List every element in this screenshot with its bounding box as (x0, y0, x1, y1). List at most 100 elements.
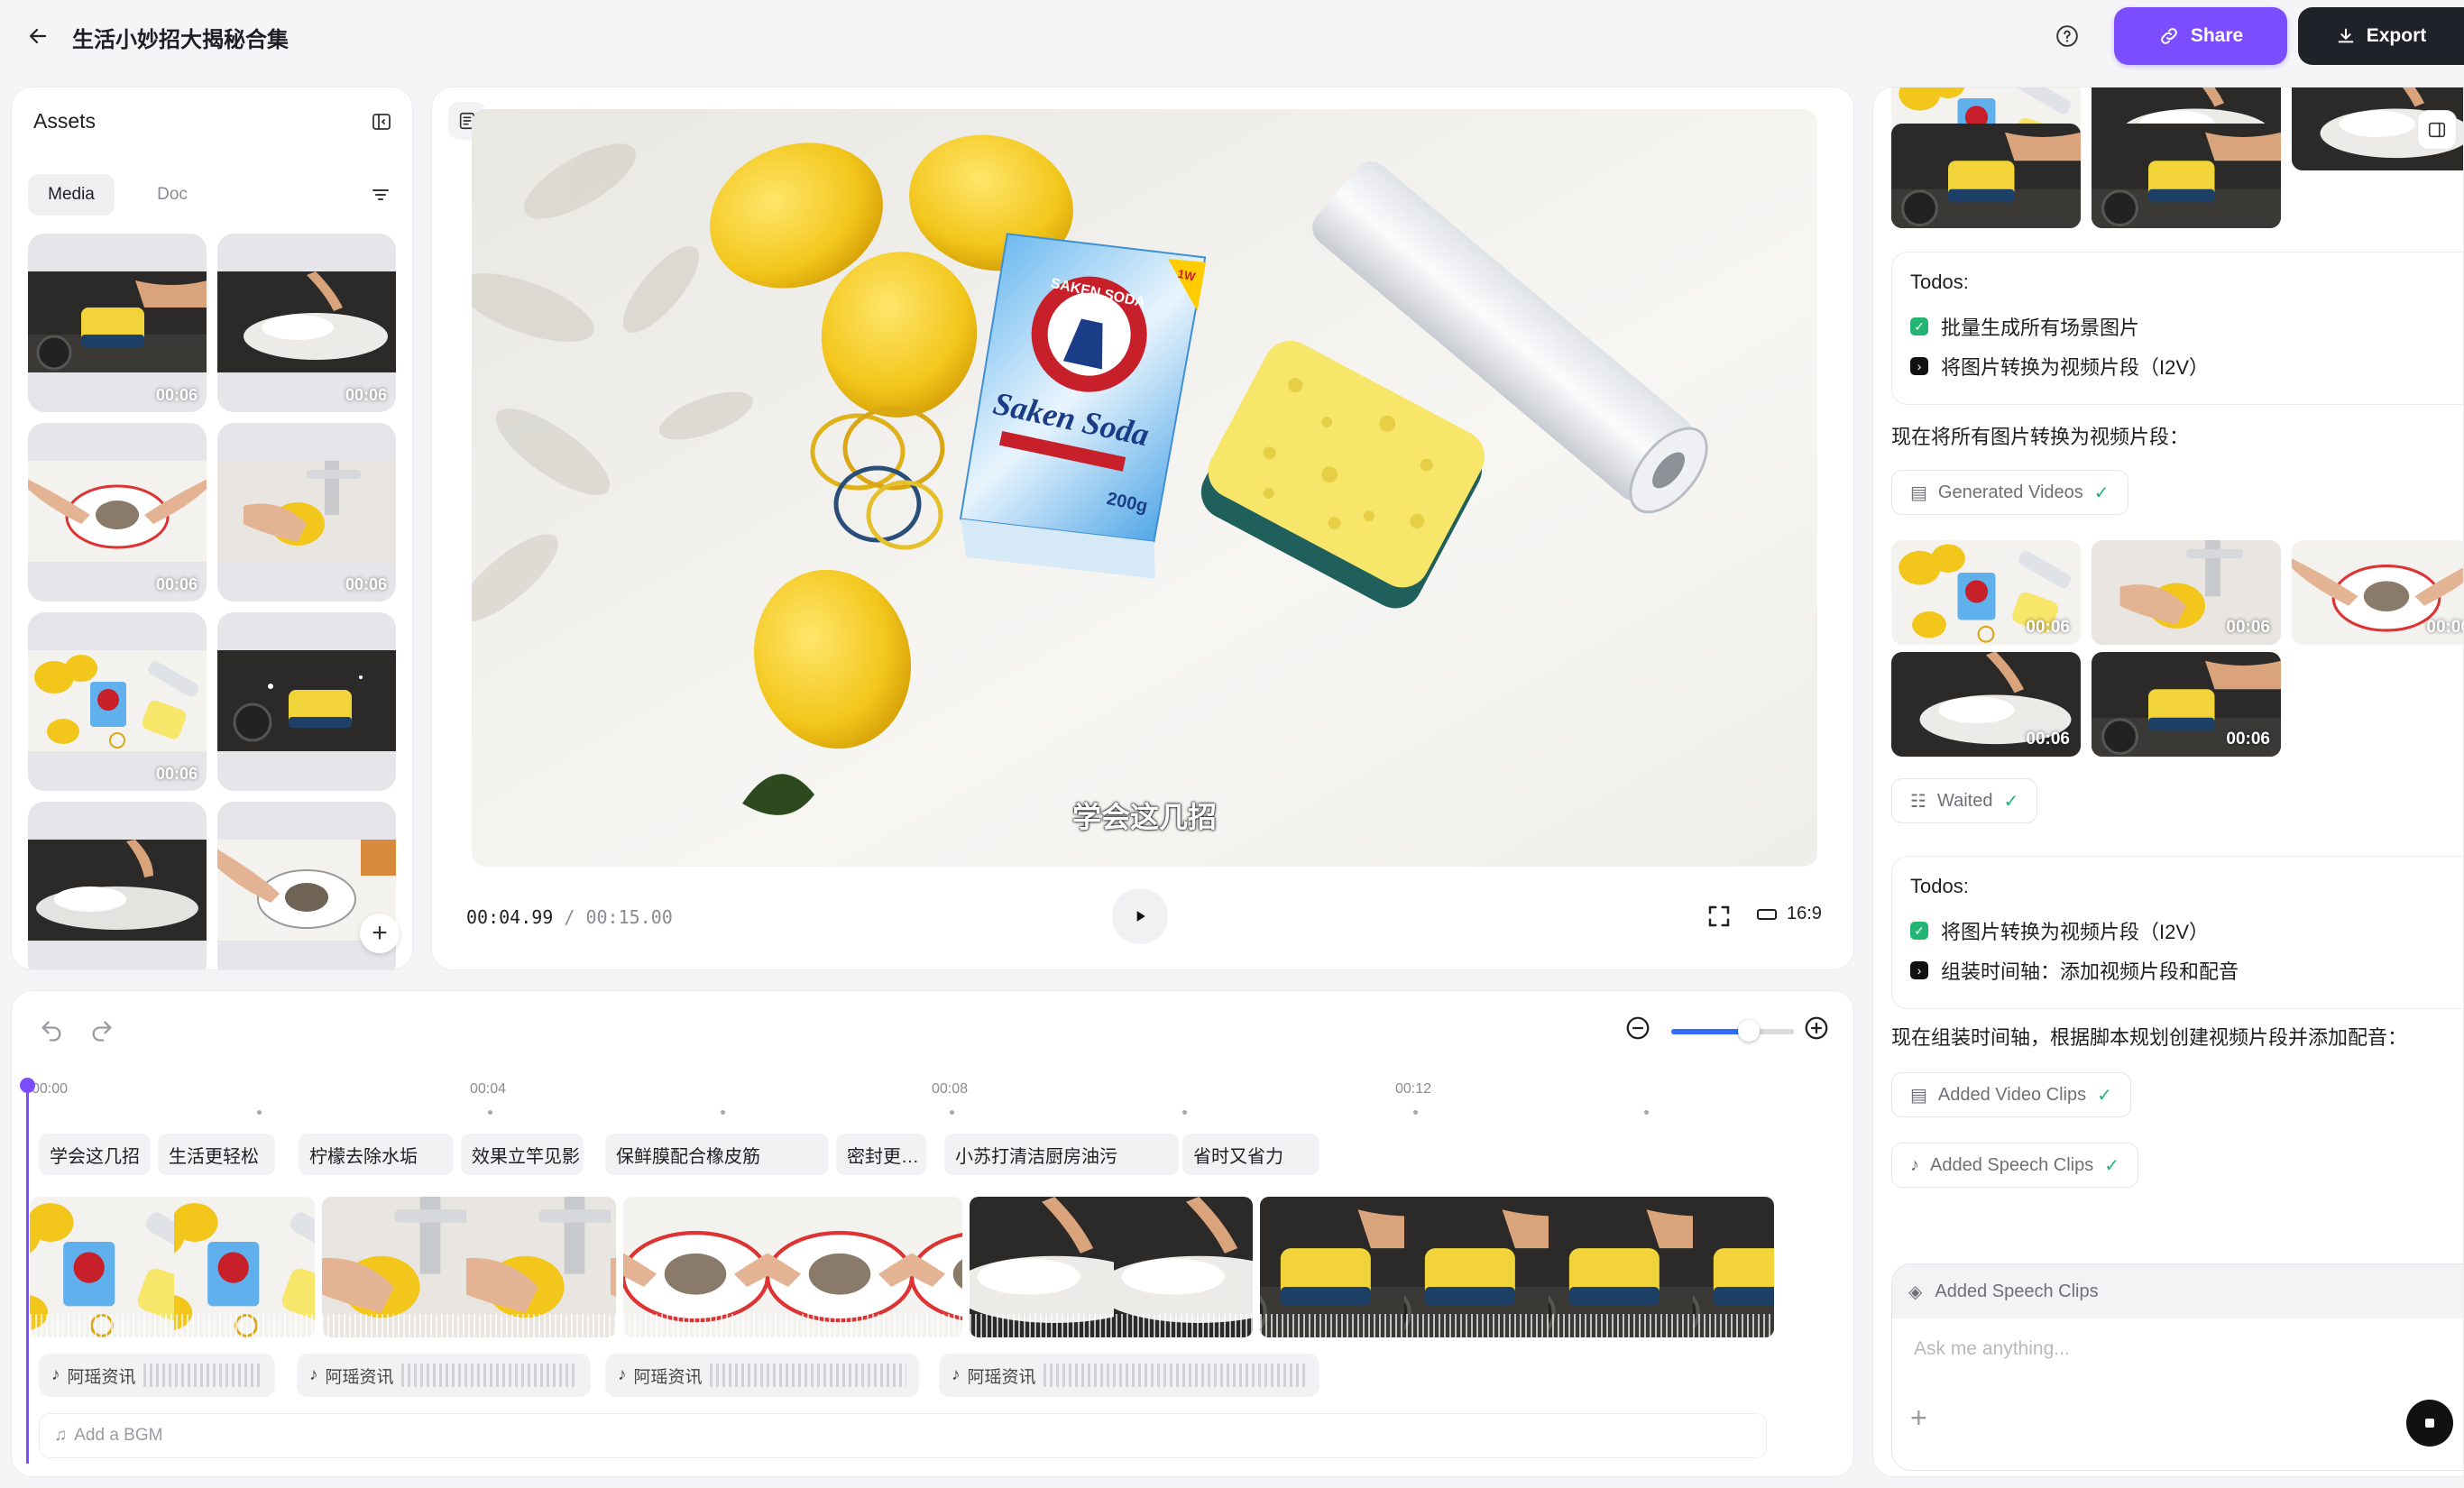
asset-thumbnail[interactable]: 00:06 (28, 612, 207, 791)
added-video-clips-pill[interactable]: ▤ Added Video Clips ✓ (1891, 1072, 2131, 1117)
speech-clip[interactable]: ♪ 阿瑶资讯 (297, 1354, 591, 1397)
pill-label: Added Video Clips (1937, 1084, 2087, 1105)
assistant-message: 现在将所有图片转换为视频片段： (1891, 426, 2190, 448)
input-status-bar: ◈ Added Speech Clips (1892, 1264, 2463, 1318)
thumbnail-image (217, 461, 396, 562)
thumbnail-image (28, 650, 207, 751)
video-clip[interactable] (320, 1195, 618, 1339)
voice-icon: ♪ (309, 1365, 318, 1384)
collapse-panel-button[interactable] (2417, 110, 2457, 150)
help-icon (2056, 25, 2078, 47)
export-label: Export (2366, 25, 2427, 46)
attach-button[interactable]: + (1910, 1401, 1927, 1435)
music-note-icon: ♫ (54, 1426, 68, 1445)
fullscreen-button[interactable] (1705, 903, 1734, 932)
checkbox-checked-icon: ✓ (1910, 922, 1928, 940)
zoom-in-button[interactable] (1803, 1015, 1835, 1047)
generated-video-thumbnail[interactable]: 00:06 (2092, 540, 2281, 645)
asset-thumbnail[interactable] (28, 802, 207, 969)
caption-clip[interactable]: 省时又省力 (1182, 1134, 1319, 1175)
waveform (143, 1364, 262, 1387)
play-button[interactable] (1112, 888, 1168, 944)
aspect-ratio-button[interactable]: 16:9 (1756, 904, 1822, 924)
todo-text: 将图片转换为视频片段（I2V） (1941, 356, 2210, 379)
asset-preview (28, 461, 207, 562)
fullscreen-icon (1708, 905, 1730, 927)
add-bgm-track[interactable]: ♫ Add a BGM (39, 1413, 1767, 1458)
asset-preview (28, 650, 207, 751)
ruler-dot (488, 1110, 492, 1115)
caption-clip[interactable]: 小苏打清洁厨房油污 (944, 1134, 1179, 1175)
zoom-in-icon (1805, 1016, 1828, 1040)
thumbnail-image (217, 650, 396, 751)
asset-preview (28, 840, 207, 941)
thumbnail-image (28, 840, 207, 941)
speech-clip[interactable]: ♪ 阿瑶资讯 (939, 1354, 1319, 1397)
generated-video-thumbnail[interactable]: 00:06 (1891, 652, 2081, 757)
checklist-icon: ☷ (1910, 791, 1926, 812)
speech-clip[interactable]: ♪ 阿瑶资讯 (605, 1354, 919, 1397)
todo-text: 组装时间轴：添加视频片段和配音 (1941, 960, 2239, 983)
video-clip[interactable] (1258, 1195, 1776, 1339)
asset-thumbnail[interactable]: 00:06 (28, 423, 207, 602)
collapse-assets-button[interactable] (365, 106, 398, 138)
export-button[interactable]: Export (2298, 7, 2464, 65)
generated-video-thumbnail[interactable]: 00:06 (2292, 540, 2463, 645)
asset-thumbnail[interactable]: 00:06 (28, 234, 207, 412)
todo-text: 批量生成所有场景图片 (1941, 317, 2140, 339)
thumbnail-image (1891, 124, 2081, 228)
caption-clip[interactable]: 柠檬去除水垢 (299, 1134, 454, 1175)
check-icon: ✓ (2003, 791, 2019, 812)
generated-video-thumbnail[interactable]: 00:06 (1891, 540, 2081, 645)
redo-icon (92, 1021, 112, 1042)
caption-clip[interactable]: 效果立竿见影 (461, 1134, 584, 1175)
filter-button[interactable] (363, 178, 398, 212)
preview-scene: SAKEN SODA Saken Soda 200g 1W (472, 109, 1817, 867)
voice-icon: ♪ (618, 1365, 627, 1384)
help-button[interactable] (2049, 18, 2085, 54)
playhead[interactable] (26, 1078, 29, 1464)
stop-generation-button[interactable] (2406, 1400, 2453, 1447)
time-separator: / (553, 906, 586, 928)
added-speech-clips-pill[interactable]: ♪ Added Speech Clips ✓ (1891, 1143, 2138, 1188)
video-clip[interactable] (28, 1195, 317, 1339)
checkbox-checked-icon: ✓ (1910, 317, 1928, 335)
tab-doc[interactable]: Doc (129, 174, 216, 216)
duration-label: 00:06 (2426, 618, 2463, 637)
duration-label: 00:06 (345, 575, 387, 593)
zoom-slider-handle[interactable] (1737, 1020, 1760, 1042)
redo-button[interactable] (89, 1018, 122, 1051)
in-progress-icon: › (1910, 357, 1928, 375)
share-button[interactable]: Share (2114, 7, 2287, 65)
asset-thumbnail[interactable] (217, 612, 396, 791)
voice-icon: ♪ (1910, 1154, 1919, 1175)
caption-clip[interactable]: 学会这几招 (39, 1134, 151, 1175)
generated-videos-pill[interactable]: ▤ Generated Videos ✓ (1891, 470, 2128, 515)
caption-clip[interactable]: 密封更… (836, 1134, 926, 1175)
todo-item: › 组装时间轴：添加视频片段和配音 (1910, 951, 2460, 990)
chat-video-thumbnail[interactable] (2092, 124, 2281, 228)
duration-label: 00:06 (155, 386, 198, 404)
tab-media[interactable]: Media (28, 174, 115, 216)
plus-icon: + (372, 918, 388, 948)
caption-clip[interactable]: 生活更轻松 (158, 1134, 275, 1175)
zoom-out-button[interactable] (1624, 1015, 1657, 1047)
video-preview[interactable]: SAKEN SODA Saken Soda 200g 1W 学会这几招 (472, 109, 1817, 867)
waited-pill[interactable]: ☷ Waited ✓ (1891, 778, 2038, 823)
asset-thumbnail[interactable]: 00:06 (217, 234, 396, 412)
chat-video-thumbnail[interactable] (1891, 124, 2081, 228)
zoom-slider[interactable] (1671, 1029, 1794, 1034)
undo-button[interactable] (39, 1018, 71, 1051)
back-button[interactable] (20, 18, 56, 54)
asset-thumbnail[interactable]: 00:06 (217, 423, 396, 602)
chat-input-field[interactable]: Ask me anything... (1914, 1338, 2070, 1360)
playhead-handle[interactable] (20, 1078, 35, 1093)
video-clip[interactable] (621, 1195, 964, 1339)
generated-video-thumbnail[interactable]: 00:06 (2092, 652, 2281, 757)
caption-clip[interactable]: 保鲜膜配合橡皮筋 (605, 1134, 829, 1175)
pill-label: Generated Videos (1937, 482, 2083, 502)
speech-clip[interactable]: ♪ 阿瑶资讯 (39, 1354, 275, 1397)
chat-input-box[interactable]: ◈ Added Speech Clips Ask me anything... + (1891, 1263, 2463, 1471)
add-asset-button[interactable]: + (360, 914, 400, 953)
video-clip[interactable] (968, 1195, 1255, 1339)
